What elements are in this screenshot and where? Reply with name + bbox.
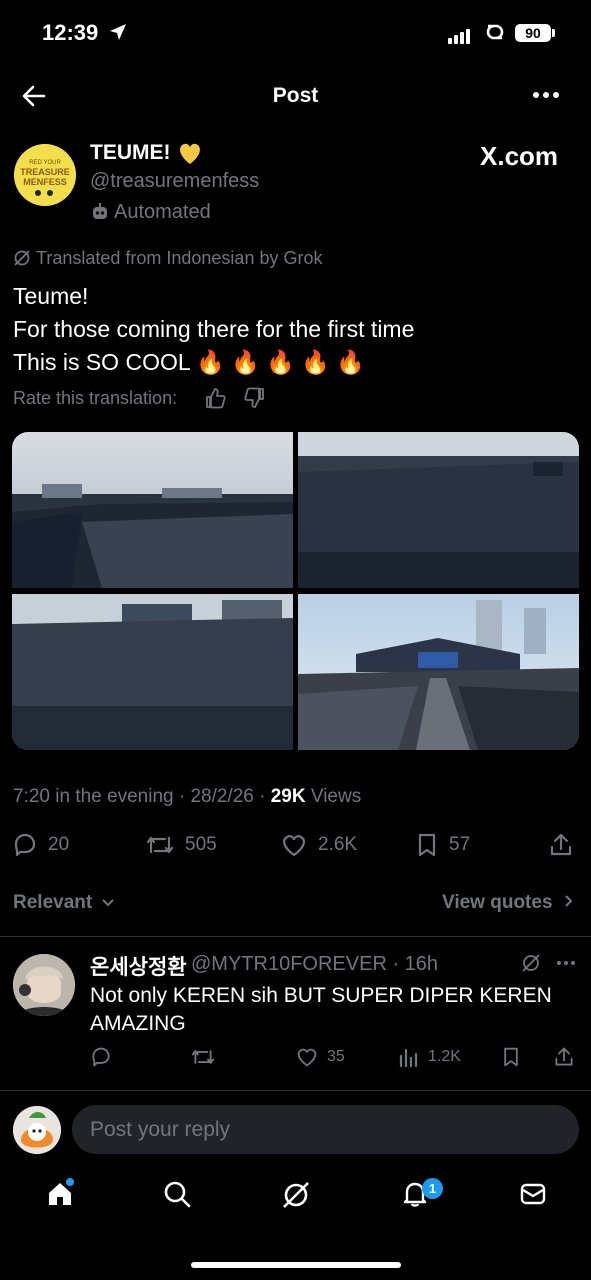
repost-icon (146, 836, 174, 854)
post-meta: 7:20 in the evening · 28/2/26 · 29K View… (13, 786, 361, 808)
reply-author-handle[interactable]: @MYTR10FOREVER · 16h (191, 953, 438, 976)
svg-text:TREASURE: TREASURE (20, 167, 70, 177)
view-quotes-label: View quotes (442, 892, 553, 913)
bookmark-count: 57 (449, 834, 471, 855)
reply-author-name[interactable]: 온세상정환 (90, 951, 187, 981)
post-text: Teume! For those coming there for the fi… (13, 280, 583, 379)
battery-tip (552, 29, 555, 37)
bookmark-icon (418, 833, 436, 857)
automated-label: Automated (114, 201, 211, 223)
reply-input-placeholder[interactable]: Post your reply (90, 1118, 230, 1142)
location-arrow-icon (110, 24, 126, 40)
reply-icon (14, 833, 36, 857)
post-text-line: This is SO COOL 🔥 🔥 🔥 🔥 🔥 (13, 349, 365, 375)
divider (0, 936, 591, 937)
source-label: X.com (480, 141, 559, 171)
repost-icon (191, 1050, 215, 1064)
reply-share-button[interactable] (553, 1046, 575, 1068)
reply-like-count: 35 (327, 1048, 345, 1065)
chevron-down-icon (102, 899, 115, 907)
svg-text:MENFESS: MENFESS (23, 177, 67, 187)
page-title: Post (272, 84, 319, 107)
reply-icon (92, 1047, 110, 1067)
author-avatar[interactable]: RED YOUR TREASURE MENFESS (14, 144, 76, 206)
concert-photo[interactable] (298, 432, 579, 588)
reply-like-button[interactable]: 35 (295, 1046, 345, 1068)
heart-icon (283, 835, 305, 857)
like-count: 2.6K (318, 834, 358, 855)
grok-tab-icon[interactable] (281, 1180, 311, 1210)
notifications-badge: 1 (422, 1178, 443, 1199)
like-button[interactable]: 2.6K (280, 832, 357, 858)
svg-text:RED YOUR: RED YOUR (29, 160, 61, 166)
reply-reply-button[interactable] (90, 1046, 112, 1068)
reply-more-icon[interactable] (556, 960, 576, 966)
more-options-icon[interactable] (532, 90, 560, 100)
concert-photo[interactable] (12, 594, 293, 750)
share-icon (550, 833, 572, 856)
reply-author-avatar[interactable] (13, 954, 75, 1016)
reply-views-count: 1.2K (428, 1048, 461, 1065)
post-timestamp: 7:20 in the evening · 28/2/26 · (13, 786, 271, 807)
grok-icon[interactable] (521, 953, 541, 973)
concert-photo[interactable] (12, 432, 293, 588)
reply-text: Not only KEREN sih BUT SUPER DIPER KEREN… (90, 984, 552, 1035)
cellular-signal-icon (448, 26, 472, 44)
grok-icon (14, 250, 30, 266)
share-icon (555, 1047, 573, 1066)
status-time: 12:39 (42, 20, 99, 45)
media-grid (12, 432, 579, 750)
repost-count: 505 (185, 834, 217, 855)
author-handle[interactable]: @treasuremenfess (90, 170, 259, 193)
view-quotes-link[interactable]: View quotes (442, 892, 574, 914)
thumbs-up-icon[interactable] (204, 387, 226, 409)
yellow-heart-icon (180, 143, 200, 164)
personal-hotspot-icon (486, 24, 504, 40)
author-name[interactable]: TEUME! (90, 141, 171, 165)
concert-photo[interactable] (298, 594, 579, 750)
views-label: Views (305, 786, 362, 807)
post-text-line: For those coming there for the first tim… (13, 316, 415, 342)
reply-bookmark-button[interactable] (501, 1046, 521, 1068)
post-text-line: Teume! (13, 283, 89, 309)
translation-note[interactable]: Translated from Indonesian by Grok (36, 248, 322, 269)
home-notification-dot (66, 1178, 74, 1186)
reply-button[interactable]: 20 (12, 832, 69, 858)
analytics-icon (399, 1048, 418, 1068)
reply-count: 20 (48, 834, 70, 855)
my-avatar[interactable] (13, 1106, 61, 1154)
repost-button[interactable]: 505 (145, 832, 217, 858)
bot-icon (93, 203, 107, 219)
battery-indicator: 90 (515, 24, 551, 42)
bookmark-button[interactable]: 57 (415, 832, 470, 858)
home-indicator (191, 1262, 401, 1268)
thumbs-down-icon[interactable] (244, 387, 266, 409)
sort-label: Relevant (13, 892, 93, 913)
messages-icon[interactable] (519, 1180, 547, 1208)
reply-repost-button[interactable] (190, 1046, 216, 1068)
reply-views-button[interactable]: 1.2K (398, 1046, 461, 1068)
sort-dropdown[interactable]: Relevant (13, 892, 115, 914)
views-count: 29K (270, 786, 306, 807)
rate-translation-label: Rate this translation: (13, 388, 178, 408)
search-icon[interactable] (163, 1180, 191, 1208)
chevron-right-icon (565, 895, 573, 907)
divider (0, 1090, 591, 1091)
share-button[interactable] (548, 832, 574, 858)
bookmark-icon (504, 1047, 518, 1067)
heart-icon (297, 1048, 317, 1067)
